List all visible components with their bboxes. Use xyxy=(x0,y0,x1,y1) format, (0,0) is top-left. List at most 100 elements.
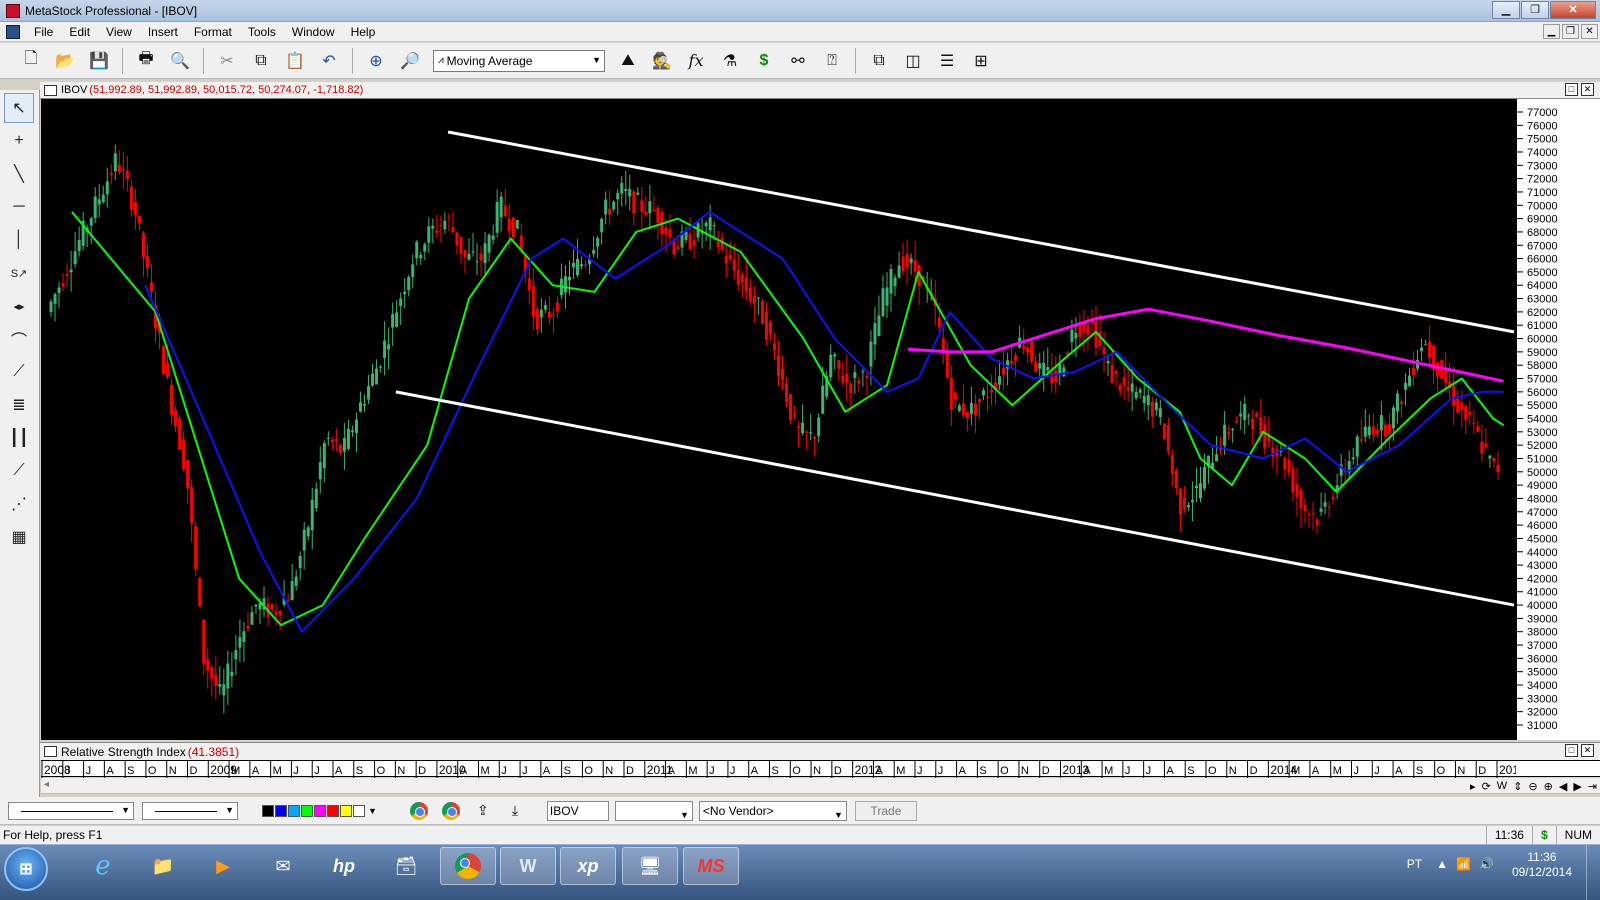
menu-file[interactable]: File xyxy=(26,22,61,42)
trade-button[interactable]: Trade xyxy=(854,800,917,821)
refresh-icon[interactable]: ⟳ xyxy=(1482,780,1491,793)
rsi-close-icon[interactable]: ✕ xyxy=(1581,744,1594,757)
menu-insert[interactable]: Insert xyxy=(140,22,186,42)
system-tester-icon[interactable]: ⚗ xyxy=(717,48,743,74)
xp-icon[interactable]: xp xyxy=(560,847,616,885)
zoom-in-icon[interactable]: ⊕ xyxy=(1544,780,1553,793)
menu-window[interactable]: Window xyxy=(284,22,343,42)
color-swatch[interactable] xyxy=(327,804,339,817)
color-swatch[interactable] xyxy=(288,804,300,817)
color-swatch[interactable] xyxy=(314,804,326,817)
color-swatch[interactable] xyxy=(301,804,313,817)
explorer-icon[interactable]: ⛰ xyxy=(615,48,641,74)
binoculars-icon[interactable]: ⚯ xyxy=(785,48,811,74)
print-icon[interactable]: 🖶 xyxy=(133,48,159,74)
monitor-icon[interactable]: 🖥 xyxy=(622,847,678,885)
horizontal-line-tool-icon[interactable]: ─ xyxy=(4,192,34,222)
hp-icon[interactable]: hp xyxy=(316,847,372,885)
chart-title-bar[interactable]: IBOV (51,992.89, 51,992.89, 50,015.72, 5… xyxy=(40,82,1600,99)
fibonacci-retracement-tool-icon[interactable]: ≣ xyxy=(4,390,34,420)
new-icon[interactable]: 🗋 xyxy=(18,48,44,74)
tray-expand-icon[interactable]: ▲ xyxy=(1436,857,1448,871)
chrome-icon[interactable] xyxy=(440,847,496,885)
paste-icon[interactable]: 📋 xyxy=(282,48,308,74)
expert-icon[interactable]: 🕵 xyxy=(649,48,675,74)
crosshair-tool-icon[interactable]: + xyxy=(4,126,34,156)
line-weight-select[interactable]: ▼ xyxy=(142,801,238,820)
explorer-icon[interactable]: 📁 xyxy=(135,847,191,885)
chart-window-icon[interactable] xyxy=(6,24,20,39)
trendline-tool-icon[interactable]: ╲ xyxy=(4,159,34,189)
media-player-icon[interactable]: ▶ xyxy=(195,847,251,885)
color-swatch[interactable] xyxy=(275,804,287,817)
date-axis[interactable]: 2008 J J A S O N D 2009 M A M J J A S O N D 2010 A M J J A S O N D 20… xyxy=(41,760,1526,778)
buy-sell-arrow-tool-icon[interactable]: S↗ xyxy=(4,258,34,288)
rsi-title-bar[interactable]: Relative Strength Index (41.3851) □ ✕ xyxy=(40,742,1600,760)
panel-close-icon[interactable]: ✕ xyxy=(1581,83,1594,96)
cut-icon[interactable]: ✂ xyxy=(214,48,240,74)
scroll-tool-icon[interactable]: ◂▸ xyxy=(4,291,34,321)
crosshair-icon[interactable]: ⊕ xyxy=(363,48,389,74)
end-icon[interactable]: ⇥ xyxy=(1588,780,1597,793)
palette-more-icon[interactable]: ▼ xyxy=(368,806,377,816)
tile-vertical-icon[interactable]: ◫ xyxy=(900,48,926,74)
menu-format[interactable]: Format xyxy=(186,22,240,42)
help-icon[interactable]: ⍰ xyxy=(819,48,845,74)
volume-icon[interactable]: 🔊 xyxy=(1479,857,1494,871)
price-chart[interactable] xyxy=(41,99,1516,740)
metastock-app-icon[interactable] xyxy=(6,3,20,18)
scroll-right-icon[interactable]: ▸ xyxy=(1470,780,1476,793)
color-swatch[interactable] xyxy=(340,804,352,817)
page-left-icon[interactable]: ◀ xyxy=(1559,780,1567,793)
vertical-line-tool-icon[interactable]: │ xyxy=(4,225,34,255)
cascade-icon[interactable]: ⧉ xyxy=(866,48,892,74)
rsi-maximize-icon[interactable]: □ xyxy=(1565,744,1578,757)
line-style-select[interactable]: ▼ xyxy=(8,801,134,820)
scale-icon[interactable]: ⇕ xyxy=(1513,780,1522,793)
chrome-icon[interactable] xyxy=(439,800,463,822)
gann-fan-tool-icon[interactable]: ⋰ xyxy=(4,489,34,519)
periodicity-icon[interactable]: W xyxy=(1497,780,1507,792)
symbol-input[interactable]: IBOV xyxy=(546,800,609,821)
outlook-icon[interactable]: ✉ xyxy=(255,847,311,885)
linear-regression-tool-icon[interactable]: ⟋ xyxy=(4,456,34,486)
menu-view[interactable]: View xyxy=(98,22,140,42)
scroll-left-icon[interactable]: ◂ xyxy=(44,779,49,790)
archive-icon[interactable]: 🗃 xyxy=(378,847,434,885)
price-axis[interactable]: 77000 76000 75000 74000 73000 72000 71000 70000… xyxy=(1516,99,1600,740)
indicator-select[interactable]: ⩘ Moving Average ▼ xyxy=(433,49,605,72)
page-right-icon[interactable]: ▶ xyxy=(1573,780,1581,793)
close-button[interactable]: ✕ xyxy=(1550,1,1596,19)
chrome-icon[interactable] xyxy=(407,800,431,822)
mdi-minimize-button[interactable]: ▁ xyxy=(1543,24,1560,39)
zoom-out-icon[interactable]: ⊖ xyxy=(1528,780,1537,793)
dollar-icon[interactable]: $ xyxy=(751,48,777,74)
chart-scrollbar[interactable]: ◂ ▸ ⟳ W ⇕ ⊖ ⊕ ◀ ▶ ⇥ xyxy=(41,778,1600,794)
price-chart-svg[interactable] xyxy=(41,99,1516,740)
arc-tool-icon[interactable]: ⌒ xyxy=(4,324,34,354)
periodicity-select[interactable]: ▼ xyxy=(614,800,693,821)
copy-icon[interactable]: ⧉ xyxy=(248,48,274,74)
open-icon[interactable]: 📂 xyxy=(52,48,78,74)
upload-icon[interactable]: ⇪ xyxy=(471,800,495,822)
pointer-tool-icon[interactable]: ↖ xyxy=(4,93,34,123)
color-swatch[interactable] xyxy=(353,804,365,817)
menu-edit[interactable]: Edit xyxy=(61,22,98,42)
zoom-icon[interactable]: 🔎 xyxy=(397,48,423,74)
clock[interactable]: 11:36 09/12/2014 xyxy=(1512,850,1572,880)
download-icon[interactable]: ⤓ xyxy=(503,800,527,822)
title-bar[interactable]: MetaStock Professional - [IBOV] ▁ ❐ ✕ xyxy=(0,0,1600,22)
menu-tools[interactable]: Tools xyxy=(240,22,284,42)
metastock-icon[interactable]: MS xyxy=(683,847,739,885)
menu-help[interactable]: Help xyxy=(343,22,384,42)
print-preview-icon[interactable]: 🔍 xyxy=(167,48,193,74)
word-icon[interactable]: W xyxy=(500,847,556,885)
language-indicator[interactable]: PT xyxy=(1407,857,1422,871)
color-swatch[interactable] xyxy=(262,804,274,817)
panel-maximize-icon[interactable]: □ xyxy=(1565,83,1578,96)
mdi-restore-button[interactable]: ❐ xyxy=(1562,24,1579,39)
start-button[interactable]: ⊞ xyxy=(4,847,48,891)
maximize-button[interactable]: ❐ xyxy=(1521,1,1549,19)
save-icon[interactable]: 💾 xyxy=(86,48,112,74)
undo-icon[interactable]: ↶ xyxy=(316,48,342,74)
